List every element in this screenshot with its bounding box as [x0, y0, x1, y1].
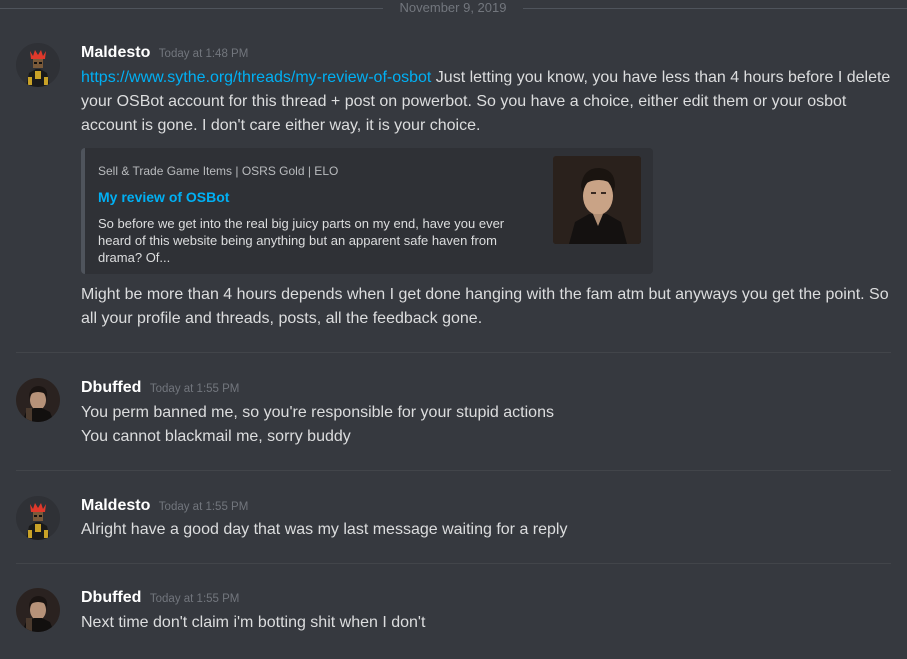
message-header: Dbuffed Today at 1:55 PM — [81, 379, 239, 401]
avatar[interactable] — [16, 496, 60, 540]
user-avatar-icon — [16, 378, 60, 422]
user-avatar-icon — [16, 588, 60, 632]
message-separator — [16, 352, 891, 353]
avatar[interactable] — [16, 588, 60, 632]
avatar[interactable] — [16, 378, 60, 422]
message-separator — [16, 563, 891, 564]
message-header: Maldesto Today at 1:55 PM — [81, 497, 248, 519]
timestamp: Today at 1:55 PM — [149, 383, 240, 395]
message-header: Maldesto Today at 1:48 PM — [81, 44, 248, 66]
thread-link[interactable]: https://www.sythe.org/threads/my-review-… — [81, 69, 431, 86]
message-separator — [16, 470, 891, 471]
timestamp: Today at 1:48 PM — [158, 48, 249, 60]
embed-description: So before we get into the real big juicy… — [98, 216, 505, 265]
message-line: You cannot blackmail me, sorry buddy — [81, 428, 351, 445]
message-line: You perm banned me, so you're responsibl… — [81, 404, 554, 421]
link-embed: Sell & Trade Game Items | OSRS Gold | EL… — [81, 148, 653, 274]
timestamp: Today at 1:55 PM — [158, 501, 249, 513]
embed-thumbnail[interactable] — [553, 156, 641, 244]
timestamp: Today at 1:55 PM — [149, 593, 240, 605]
avatar[interactable] — [16, 43, 60, 87]
divider-line-left — [0, 8, 383, 9]
embed-title-link[interactable]: My review of OSBot — [98, 189, 229, 205]
user-avatar-icon — [16, 496, 60, 540]
username[interactable]: Maldesto — [81, 497, 150, 514]
message-text: Alright have a good day that was my last… — [81, 521, 568, 538]
message-text: Next time don't claim i'm botting shit w… — [81, 614, 426, 631]
username[interactable]: Dbuffed — [81, 379, 141, 396]
message-header: Dbuffed Today at 1:55 PM — [81, 589, 239, 611]
embed-provider: Sell & Trade Game Items | OSRS Gold | EL… — [98, 164, 339, 178]
username[interactable]: Dbuffed — [81, 589, 141, 606]
user-avatar-icon — [16, 43, 60, 87]
chat-message-list: November 9, 2019 Maldesto Today at 1:48 … — [0, 0, 907, 659]
portrait-image-icon — [553, 156, 641, 244]
message-followup: Might be more than 4 hours depends when … — [81, 286, 889, 327]
date-divider-label: November 9, 2019 — [399, 0, 507, 15]
message-content: https://www.sythe.org/threads/my-review-… — [81, 66, 897, 138]
username[interactable]: Maldesto — [81, 44, 150, 61]
divider-line-right — [523, 8, 907, 9]
date-divider: November 9, 2019 — [0, 0, 907, 15]
